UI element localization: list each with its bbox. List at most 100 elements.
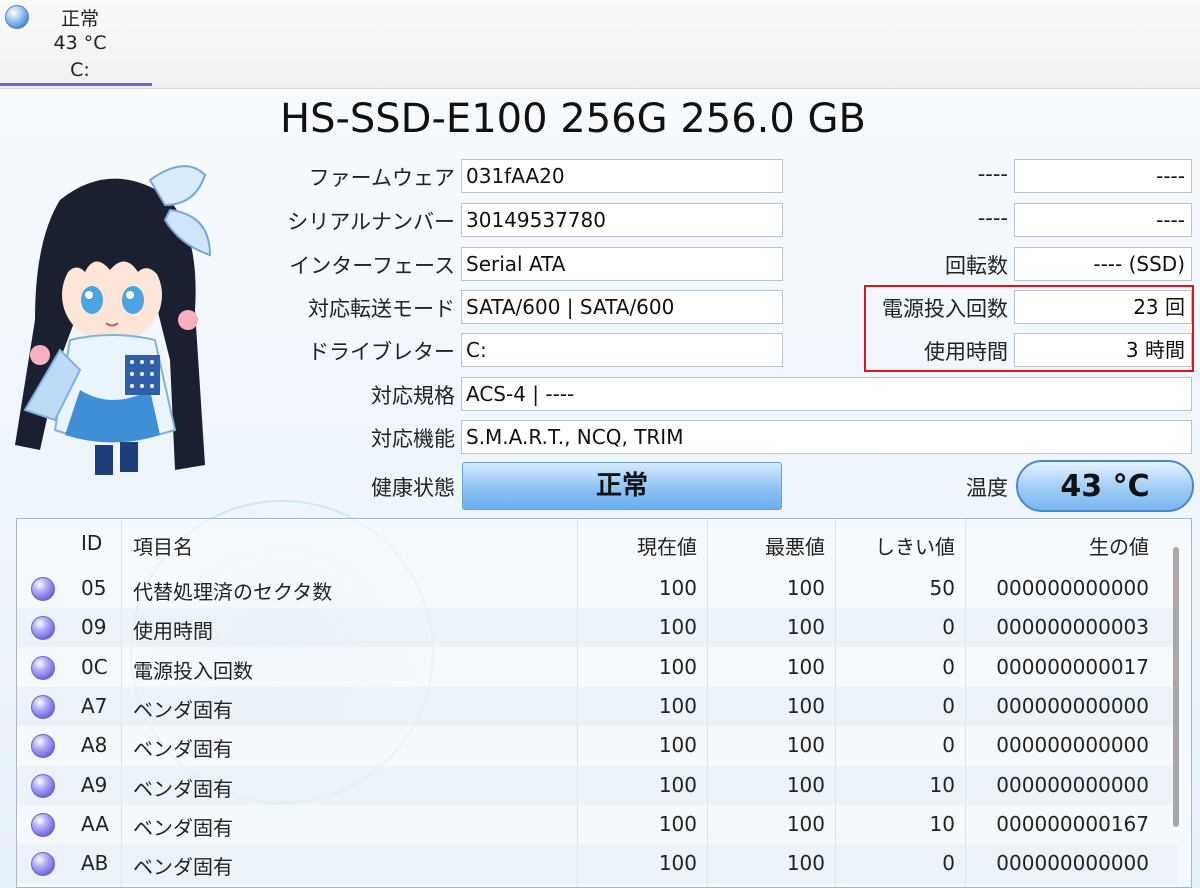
right-info-label-1: ----: [977, 162, 1008, 186]
cell-raw: 000000000003: [996, 615, 1149, 640]
smart-table[interactable]: ID 項目名 現在値 最悪値 しきい値 生の値 05 代替処理済のセクタ数 100 1…: [16, 518, 1192, 888]
drive-tab-c[interactable]: 正常 43 °C C:: [0, 0, 152, 86]
header-raw[interactable]: 生の値: [965, 531, 1149, 560]
table-header: ID 項目名 現在値 最悪値 しきい値 生の値: [17, 519, 1191, 569]
cell-name: ベンダ固有: [133, 815, 233, 840]
transfer-mode-label: 対応転送モード: [308, 297, 455, 321]
drive-tab-temperature: 43 °C: [53, 32, 107, 54]
status-icon: [31, 616, 55, 641]
disk-title: HS-SSD-E100 256G 256.0 GB: [280, 96, 866, 142]
cell-id: A9: [81, 772, 108, 797]
cell-id: 0C: [81, 654, 108, 679]
cell-name: 使用時間: [133, 619, 213, 644]
cell-threshold: 0: [942, 654, 955, 679]
cell-current: 100: [658, 654, 697, 679]
drive-letter-label: ドライブレター: [308, 340, 455, 364]
highlight-box: [864, 285, 1194, 372]
header-id[interactable]: ID: [81, 531, 102, 555]
cell-threshold: 10: [929, 772, 955, 797]
status-icon: [31, 812, 55, 837]
cell-current: 100: [658, 851, 697, 876]
cell-threshold: 0: [942, 733, 955, 758]
features-label: 対応機能: [371, 427, 455, 451]
cell-threshold: 50: [929, 576, 955, 600]
cell-name: ベンダ固有: [133, 697, 233, 722]
cell-worst: 100: [786, 693, 825, 718]
mascot-icon: [15, 165, 212, 475]
cell-worst: 100: [786, 654, 825, 679]
cell-worst: 100: [786, 733, 825, 758]
firmware-field: 031fAA20: [461, 159, 783, 193]
right-info-label-2: ----: [977, 206, 1008, 230]
table-scrollbar[interactable]: [1173, 547, 1179, 827]
cell-name: ベンダ固有: [133, 737, 233, 762]
transfer-mode-field: SATA/600 | SATA/600: [461, 290, 783, 324]
table-row[interactable]: AA ベンダ固有 100 100 10 000000000167: [17, 805, 1177, 844]
header-current[interactable]: 現在値: [577, 531, 697, 560]
cell-threshold: 0: [942, 615, 955, 640]
cell-name: ベンダ固有: [133, 855, 233, 880]
drive-tab-bar: 正常 43 °C C:: [0, 0, 1200, 89]
rotation-label: 回転数: [945, 254, 1008, 278]
cell-raw: 000000000000: [996, 576, 1149, 600]
header-worst[interactable]: 最悪値: [707, 531, 825, 560]
cell-worst: 100: [786, 772, 825, 797]
cell-id: A7: [81, 693, 108, 718]
firmware-label: ファームウェア: [308, 166, 455, 190]
interface-field: Serial ATA: [461, 247, 783, 281]
status-icon: [31, 577, 55, 601]
cell-raw: 000000000000: [996, 693, 1149, 718]
cell-worst: 100: [786, 576, 825, 600]
cell-current: 100: [658, 615, 697, 640]
status-icon: [31, 852, 55, 877]
temperature-label: 温度: [966, 476, 1008, 500]
right-info-field-2: ----: [1014, 203, 1192, 237]
table-row[interactable]: 09 使用時間 100 100 0 000000000003: [17, 608, 1177, 648]
table-row[interactable]: AB ベンダ固有 100 100 0 000000000000: [17, 844, 1177, 884]
cell-threshold: 0: [942, 693, 955, 718]
header-threshold[interactable]: しきい値: [835, 531, 955, 560]
cell-raw: 000000000167: [996, 811, 1149, 836]
table-row[interactable]: 05 代替処理済のセクタ数 100 100 50 000000000000: [17, 569, 1177, 608]
cell-raw: 000000000000: [996, 851, 1149, 876]
cell-name: 電源投入回数: [133, 658, 253, 683]
drive-status-icon: [5, 5, 29, 29]
table-row[interactable]: A8 ベンダ固有 100 100 0 000000000000: [17, 726, 1177, 765]
cell-threshold: 0: [942, 851, 955, 876]
cell-raw: 000000000017: [996, 654, 1149, 679]
health-status-button[interactable]: 正常: [462, 462, 782, 510]
table-row[interactable]: A7 ベンダ固有 100 100 0 000000000000: [17, 686, 1177, 726]
header-name[interactable]: 項目名: [133, 531, 193, 560]
cell-id: AB: [81, 851, 109, 876]
cell-worst: 100: [786, 811, 825, 836]
status-icon: [31, 694, 55, 719]
cell-current: 100: [658, 693, 697, 718]
cell-name: ベンダ固有: [133, 776, 233, 801]
cell-worst: 100: [786, 851, 825, 876]
standard-field: ACS-4 | ----: [461, 377, 1192, 411]
drive-tab-status: 正常: [60, 8, 99, 30]
features-field: S.M.A.R.T., NCQ, TRIM: [461, 420, 1192, 454]
right-info-field-1: ----: [1014, 159, 1192, 193]
status-icon: [31, 773, 55, 798]
drive-letter-field: C:: [461, 333, 783, 367]
cell-id: A8: [81, 733, 108, 758]
standard-label: 対応規格: [371, 384, 455, 408]
interface-label: インターフェース: [289, 254, 455, 278]
cell-current: 100: [658, 576, 697, 600]
cell-raw: 000000000000: [996, 772, 1149, 797]
cell-id: AA: [81, 811, 109, 836]
serial-label: シリアルナンバー: [287, 210, 455, 234]
temperature-button[interactable]: 43 °C: [1016, 460, 1194, 512]
cell-id: 09: [81, 615, 107, 640]
cell-worst: 100: [786, 615, 825, 640]
cell-current: 100: [658, 811, 697, 836]
table-row[interactable]: 0C 電源投入回数 100 100 0 000000000017: [17, 648, 1177, 687]
rotation-field: ---- (SSD): [1014, 247, 1192, 281]
table-row[interactable]: A9 ベンダ固有 100 100 10 000000000000: [17, 765, 1177, 805]
cell-raw: 000000000000: [996, 733, 1149, 758]
status-icon: [31, 655, 55, 680]
serial-field: 30149537780: [461, 203, 783, 237]
status-icon: [31, 734, 55, 759]
cell-id: 05: [81, 576, 107, 600]
